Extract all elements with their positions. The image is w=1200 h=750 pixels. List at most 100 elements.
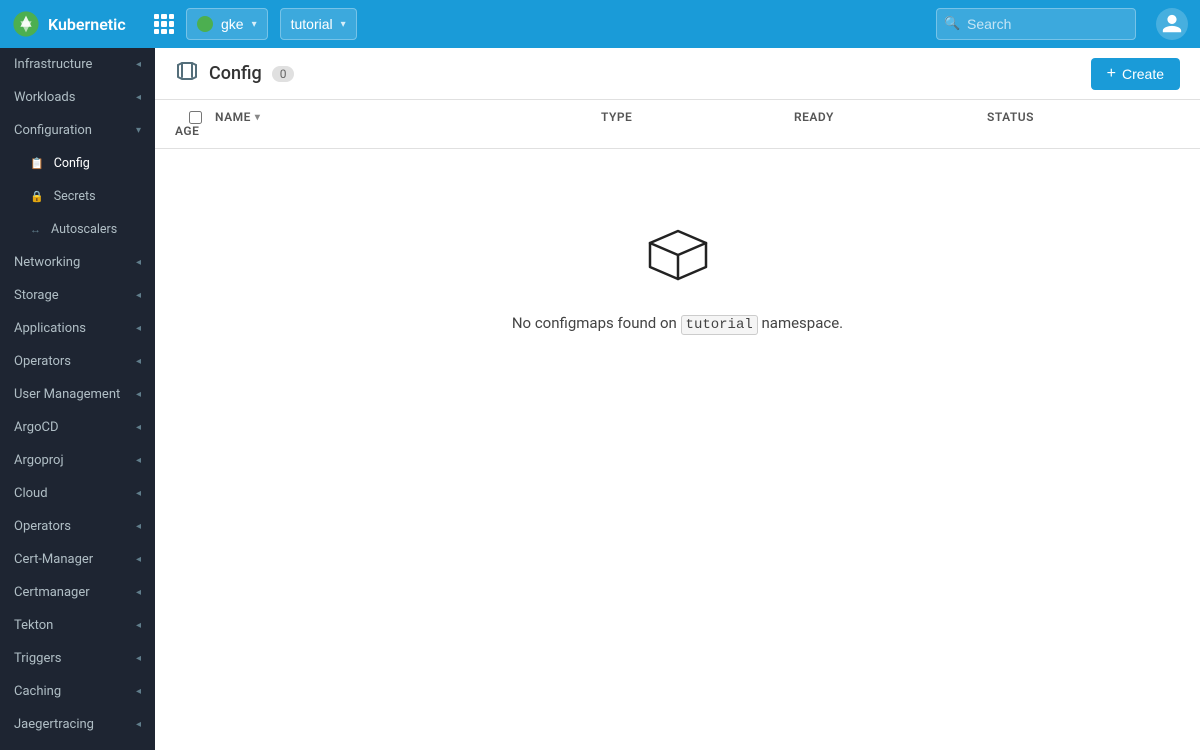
user-avatar[interactable] xyxy=(1156,8,1188,40)
brand-logo xyxy=(12,10,40,38)
sidebar-label-triggers: Triggers xyxy=(14,651,61,666)
sidebar-item-networking2[interactable]: Networking ◂ xyxy=(0,741,155,750)
empty-state: No configmaps found on tutorial namespac… xyxy=(155,149,1200,413)
page-title: Config xyxy=(209,63,262,84)
table-area: NAME ▾ TYPE READY STATUS AGE xyxy=(155,100,1200,750)
sidebar-item-workloads[interactable]: Workloads ◂ xyxy=(0,81,155,114)
empty-message: No configmaps found on tutorial namespac… xyxy=(512,314,843,333)
sort-icon: ▾ xyxy=(255,112,261,123)
sidebar-item-cloud[interactable]: Cloud ◂ xyxy=(0,477,155,510)
search-input[interactable] xyxy=(936,8,1136,40)
sidebar-label-operators2: Operators xyxy=(14,519,71,534)
argocd-chevron-icon: ◂ xyxy=(136,422,141,433)
apps-icon[interactable] xyxy=(154,14,174,34)
search-icon: 🔍 xyxy=(944,17,960,32)
sidebar-item-jaegertracing[interactable]: Jaegertracing ◂ xyxy=(0,708,155,741)
workloads-chevron-icon: ◂ xyxy=(136,92,141,103)
cluster-status-icon xyxy=(197,16,213,32)
tekton-chevron-icon: ◂ xyxy=(136,620,141,631)
sidebar-label-cert-manager: Cert-Manager xyxy=(14,552,93,567)
sidebar-item-certmanager[interactable]: Certmanager ◂ xyxy=(0,576,155,609)
page-title-area: Config 0 xyxy=(175,59,294,88)
autoscalers-sub-icon: ↔ xyxy=(30,223,41,236)
sidebar-label-config: Config xyxy=(54,156,90,171)
sidebar-item-secrets[interactable]: 🔒 Secrets xyxy=(0,180,155,213)
select-all-checkbox[interactable] xyxy=(189,111,202,124)
sidebar-label-argoproj: Argoproj xyxy=(14,453,64,468)
sidebar-item-operators2[interactable]: Operators ◂ xyxy=(0,510,155,543)
sidebar-item-argocd[interactable]: ArgoCD ◂ xyxy=(0,411,155,444)
column-header-type: TYPE xyxy=(601,110,794,124)
topbar: Kubernetic gke ▾ tutorial ▾ 🔍 xyxy=(0,0,1200,48)
sidebar-item-applications[interactable]: Applications ◂ xyxy=(0,312,155,345)
count-badge: 0 xyxy=(272,66,295,82)
main-layout: Infrastructure ◂ Workloads ◂ Configurati… xyxy=(0,48,1200,750)
sidebar-label-workloads: Workloads xyxy=(14,90,75,105)
sidebar-label-argocd: ArgoCD xyxy=(14,420,58,435)
sidebar-item-argoproj[interactable]: Argoproj ◂ xyxy=(0,444,155,477)
sidebar-item-config[interactable]: 📋 Config xyxy=(0,147,155,180)
config-map-sub-icon: 📋 xyxy=(30,157,44,170)
column-header-name[interactable]: NAME ▾ xyxy=(215,110,601,124)
cluster-dropdown[interactable]: gke ▾ xyxy=(186,8,268,40)
sidebar-item-configuration[interactable]: Configuration ▾ xyxy=(0,114,155,147)
header-checkbox-cell[interactable] xyxy=(175,111,215,124)
certmanager-chevron-icon: ◂ xyxy=(136,587,141,598)
create-button[interactable]: + Create xyxy=(1091,58,1180,90)
configmap-icon xyxy=(175,59,199,88)
triggers-chevron-icon: ◂ xyxy=(136,653,141,664)
empty-configmap-icon xyxy=(644,229,712,294)
sidebar-item-infrastructure[interactable]: Infrastructure ◂ xyxy=(0,48,155,81)
sidebar-label-storage: Storage xyxy=(14,288,59,303)
create-label: Create xyxy=(1122,66,1164,82)
search-container: 🔍 xyxy=(936,8,1136,40)
sidebar-item-caching[interactable]: Caching ◂ xyxy=(0,675,155,708)
operators2-chevron-icon: ◂ xyxy=(136,521,141,532)
page-header: Config 0 + Create xyxy=(155,48,1200,100)
jaegertracing-chevron-icon: ◂ xyxy=(136,719,141,730)
sidebar-item-operators[interactable]: Operators ◂ xyxy=(0,345,155,378)
secrets-sub-icon: 🔒 xyxy=(30,190,44,203)
empty-namespace: tutorial xyxy=(681,315,758,335)
configuration-chevron-icon: ▾ xyxy=(136,125,141,136)
column-header-age: AGE xyxy=(175,124,215,138)
sidebar-label-user-management: User Management xyxy=(14,387,120,402)
sidebar-item-autoscalers[interactable]: ↔ Autoscalers xyxy=(0,213,155,246)
content-area: Config 0 + Create NAME ▾ TYPE READY STAT… xyxy=(155,48,1200,750)
operators-chevron-icon: ◂ xyxy=(136,356,141,367)
sidebar-item-user-management[interactable]: User Management ◂ xyxy=(0,378,155,411)
sidebar-label-caching: Caching xyxy=(14,684,61,699)
argoproj-chevron-icon: ◂ xyxy=(136,455,141,466)
sidebar-label-configuration: Configuration xyxy=(14,123,92,138)
empty-message-suffix: namespace. xyxy=(762,314,844,332)
sidebar-label-networking: Networking xyxy=(14,255,80,270)
sidebar-label-operators: Operators xyxy=(14,354,71,369)
sidebar-label-tekton: Tekton xyxy=(14,618,53,633)
sidebar-item-tekton[interactable]: Tekton ◂ xyxy=(0,609,155,642)
cluster-chevron-icon: ▾ xyxy=(252,19,257,30)
storage-chevron-icon: ◂ xyxy=(136,290,141,301)
sidebar-label-infrastructure: Infrastructure xyxy=(14,57,92,72)
user-management-chevron-icon: ◂ xyxy=(136,389,141,400)
applications-chevron-icon: ◂ xyxy=(136,323,141,334)
sidebar: Infrastructure ◂ Workloads ◂ Configurati… xyxy=(0,48,155,750)
sidebar-label-secrets: Secrets xyxy=(54,189,96,204)
networking-chevron-icon: ◂ xyxy=(136,257,141,268)
column-header-status: STATUS xyxy=(987,110,1180,124)
sidebar-item-triggers[interactable]: Triggers ◂ xyxy=(0,642,155,675)
sidebar-label-cloud: Cloud xyxy=(14,486,48,501)
brand: Kubernetic xyxy=(12,10,142,38)
sidebar-item-cert-manager[interactable]: Cert-Manager ◂ xyxy=(0,543,155,576)
empty-message-prefix: No configmaps found on xyxy=(512,314,677,332)
caching-chevron-icon: ◂ xyxy=(136,686,141,697)
infrastructure-chevron-icon: ◂ xyxy=(136,59,141,70)
sidebar-label-jaegertracing: Jaegertracing xyxy=(14,717,94,732)
namespace-dropdown[interactable]: tutorial ▾ xyxy=(280,8,357,40)
table-header: NAME ▾ TYPE READY STATUS AGE xyxy=(155,100,1200,149)
column-header-ready: READY xyxy=(794,110,987,124)
sidebar-item-storage[interactable]: Storage ◂ xyxy=(0,279,155,312)
column-name-label: NAME xyxy=(215,110,251,124)
sidebar-label-certmanager: Certmanager xyxy=(14,585,90,600)
create-plus-icon: + xyxy=(1107,65,1116,83)
sidebar-item-networking[interactable]: Networking ◂ xyxy=(0,246,155,279)
